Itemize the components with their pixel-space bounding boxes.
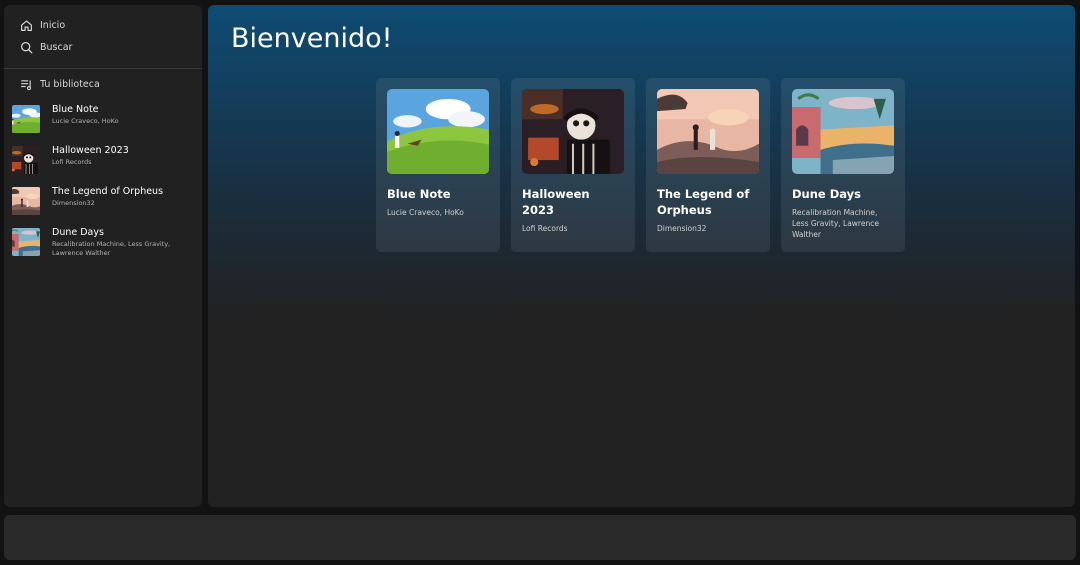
library-item[interactable]: Blue Note Lucie Craveco, HoKo bbox=[4, 99, 202, 140]
library-header[interactable]: Tu biblioteca bbox=[4, 73, 202, 95]
nav-item-inicio[interactable]: Inicio bbox=[4, 14, 202, 36]
library-item-subtitle: Lofi Records bbox=[52, 158, 92, 166]
card-subtitle: Dimension32 bbox=[657, 224, 707, 233]
library-item-subtitle: Dimension32 bbox=[52, 199, 95, 207]
card-title: The Legend of Orpheus bbox=[657, 187, 750, 217]
player-bar bbox=[4, 515, 1076, 560]
sidebar-divider bbox=[4, 68, 202, 69]
cover-dune-days bbox=[792, 89, 894, 174]
cover-blue-note bbox=[387, 89, 489, 174]
card-subtitle: Lofi Records bbox=[522, 224, 568, 233]
album-card-dune-days[interactable]: Dune Days Recalibration Machine, Less Gr… bbox=[781, 78, 905, 252]
card-subtitle: Lucie Craveco, HoKo bbox=[387, 208, 464, 217]
nav-item-buscar[interactable]: Buscar bbox=[4, 36, 202, 58]
cover-orpheus-thumb bbox=[12, 187, 40, 215]
sidebar: Inicio Buscar Tu biblioteca Blue Note Lu… bbox=[4, 5, 202, 507]
album-card-halloween[interactable]: Halloween 2023 Lofi Records bbox=[511, 78, 635, 252]
library-item-title: Blue Note bbox=[52, 104, 99, 115]
card-title: Blue Note bbox=[387, 187, 451, 201]
library-label: Tu biblioteca bbox=[40, 78, 100, 90]
library-item-title: Dune Days bbox=[52, 227, 104, 238]
card-title: Dune Days bbox=[792, 187, 862, 201]
library-icon bbox=[21, 79, 31, 90]
library-item[interactable]: The Legend of Orpheus Dimension32 bbox=[4, 181, 202, 222]
cover-blue-note-thumb bbox=[12, 105, 40, 133]
library-item-subtitle: Recalibration Machine, Less Gravity, Law… bbox=[52, 240, 171, 257]
search-icon bbox=[21, 41, 33, 53]
page-title: Bienvenido! bbox=[231, 23, 393, 54]
home-icon bbox=[21, 19, 32, 31]
cover-halloween bbox=[522, 89, 624, 174]
library-item-subtitle: Lucie Craveco, HoKo bbox=[52, 117, 119, 125]
nav-label-inicio: Inicio bbox=[40, 19, 66, 31]
library-list: Blue Note Lucie Craveco, HoKo Halloween … bbox=[4, 99, 202, 263]
card-title: Halloween 2023 bbox=[522, 187, 590, 217]
cover-dune-days-thumb bbox=[12, 228, 40, 256]
album-card-orpheus[interactable]: The Legend of Orpheus Dimension32 bbox=[646, 78, 770, 252]
library-item-title: Halloween 2023 bbox=[52, 145, 129, 156]
album-card-blue-note[interactable]: Blue Note Lucie Craveco, HoKo bbox=[376, 78, 500, 252]
card-subtitle: Recalibration Machine, Less Gravity, Law… bbox=[792, 208, 879, 239]
cover-orpheus bbox=[657, 89, 759, 174]
library-item-title: The Legend of Orpheus bbox=[52, 186, 164, 197]
library-item[interactable]: Halloween 2023 Lofi Records bbox=[4, 140, 202, 181]
nav-label-buscar: Buscar bbox=[40, 41, 73, 53]
album-cards: Blue Note Lucie Craveco, HoKo Halloween … bbox=[376, 78, 905, 252]
library-item[interactable]: Dune Days Recalibration Machine, Less Gr… bbox=[4, 222, 202, 263]
main-panel: Bienvenido! Blue Note Lucie Craveco, HoK… bbox=[208, 5, 1075, 507]
cover-halloween-thumb bbox=[12, 146, 40, 174]
